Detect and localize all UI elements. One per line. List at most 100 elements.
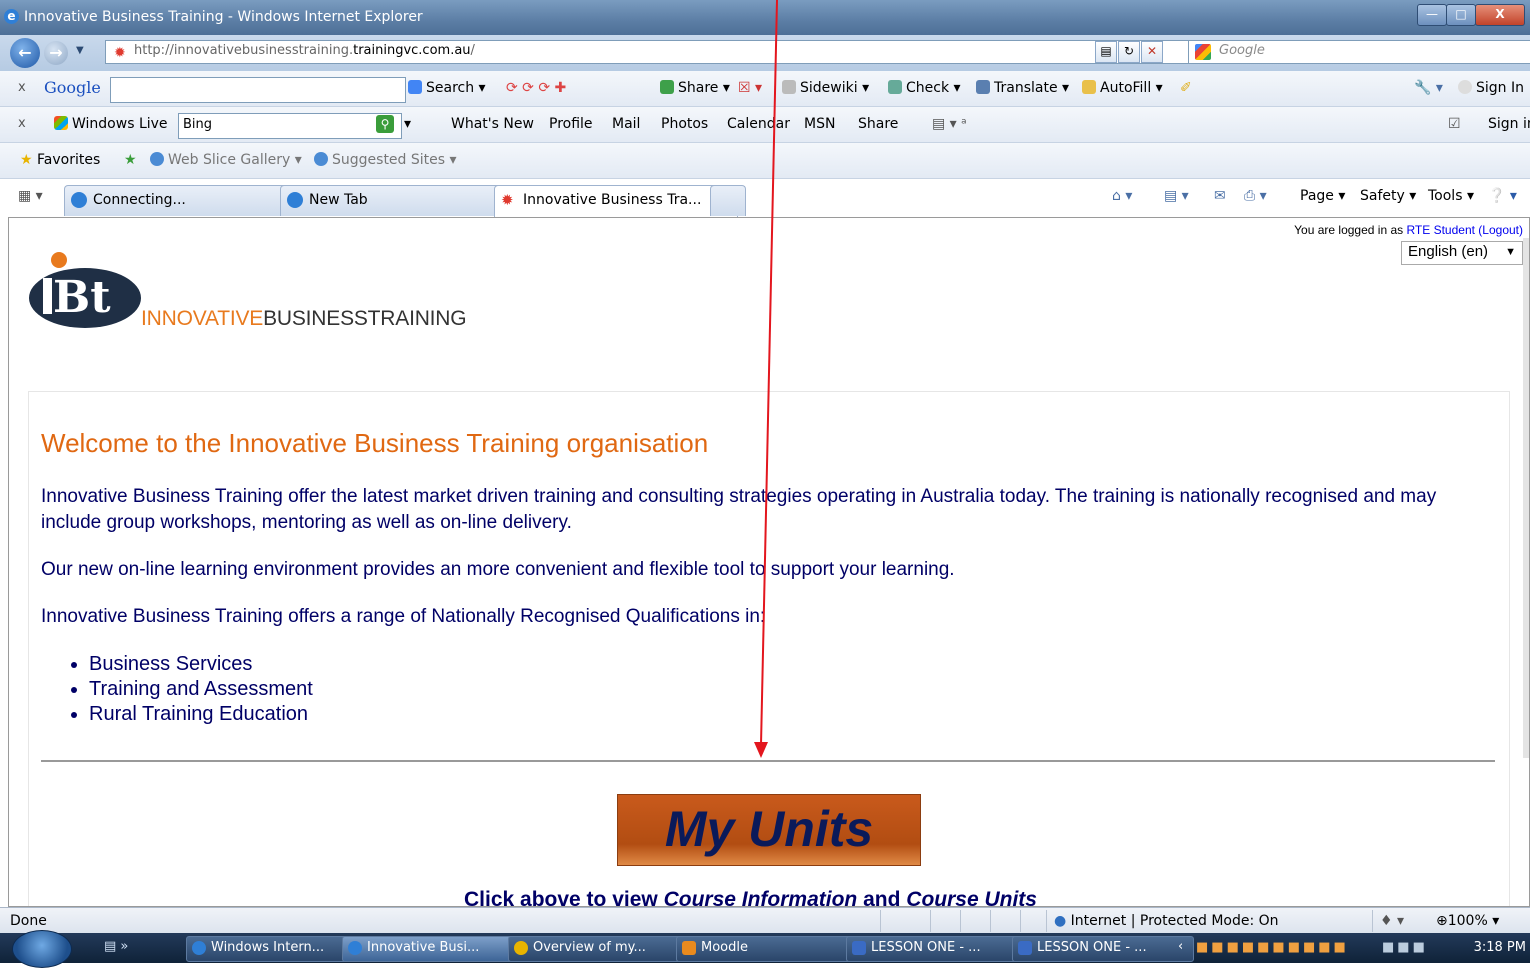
live-checkbox-icon[interactable]: ☑ xyxy=(1448,116,1461,132)
new-tab-button[interactable] xyxy=(710,185,746,216)
bing-search-icon[interactable]: ⚲ xyxy=(376,115,394,133)
sidewiki-button[interactable]: Sidewiki ▾ xyxy=(782,80,869,96)
list-item: Training and Assessment xyxy=(89,677,313,702)
google-toolbar-close-icon[interactable]: x xyxy=(18,80,26,95)
address-input[interactable]: ✹ http://innovativebusinesstraining.trai… xyxy=(105,40,1210,64)
google-search-button[interactable]: Search ▾ xyxy=(408,80,486,96)
list-item: Rural Training Education xyxy=(89,702,313,727)
share-button[interactable]: Share ▾ xyxy=(660,80,730,96)
mail-icon[interactable]: ✉ xyxy=(1214,188,1226,204)
autofill-icon xyxy=(1082,80,1096,94)
tray-expand-icon[interactable]: ‹ xyxy=(1178,939,1183,954)
popup-blocker-icon[interactable]: ☒ ▾ xyxy=(738,80,762,96)
word-icon xyxy=(1018,941,1032,955)
tab-label: Connecting... xyxy=(93,192,186,208)
google-icon xyxy=(408,80,422,94)
favorites-button[interactable]: ★ Favorites xyxy=(20,152,100,168)
print-icon[interactable]: ⎙ ▾ xyxy=(1244,188,1267,204)
google-search-field[interactable] xyxy=(110,77,406,103)
live-link-share[interactable]: Share xyxy=(858,116,898,132)
taskbar-item-lesson-one-1[interactable]: LESSON ONE - ... xyxy=(846,936,1030,962)
maximize-button[interactable]: □ xyxy=(1446,4,1476,26)
check-button[interactable]: Check ▾ xyxy=(888,80,961,96)
add-favorite-icon[interactable]: ★ xyxy=(124,152,137,168)
taskbar-item-innovative[interactable]: Innovative Busi... xyxy=(342,936,526,962)
tray-network-volume-icons[interactable]: ■■■ xyxy=(1382,940,1428,955)
bing-dropdown-icon[interactable]: ▾ xyxy=(404,116,411,132)
translate-button[interactable]: Translate ▾ xyxy=(976,80,1069,96)
url-prefix: http://innovativebusinesstraining. xyxy=(134,43,354,58)
minimize-button[interactable]: — xyxy=(1417,4,1447,26)
page-menu[interactable]: Page ▾ xyxy=(1300,188,1345,204)
logout-link[interactable]: (Logout) xyxy=(1478,223,1523,237)
search-input[interactable]: Google ⚲ xyxy=(1188,40,1530,64)
start-button[interactable] xyxy=(12,930,72,968)
logo-wordmark: INNOVATIVEBUSINESSTRAINING xyxy=(141,307,467,330)
tab-label: Innovative Business Tra... xyxy=(523,192,702,208)
bing-search-field[interactable]: Bing xyxy=(178,113,402,139)
my-units-button[interactable]: My Units xyxy=(617,794,921,866)
tools-menu[interactable]: Tools ▾ xyxy=(1428,188,1474,204)
svg-text:Bt: Bt xyxy=(53,272,111,323)
live-link-profile[interactable]: Profile xyxy=(549,116,593,132)
recent-pages-dropdown-icon[interactable]: ▼ xyxy=(76,45,84,56)
wrench-icon[interactable]: 🔧 ▾ xyxy=(1414,80,1443,96)
toolbar-bookmark-icons[interactable]: ⟳ ⟳ ⟳ ✚ xyxy=(506,80,566,96)
window-title: Innovative Business Training - Windows I… xyxy=(24,9,423,25)
forward-button[interactable]: → xyxy=(44,41,68,65)
compatibility-view-icon[interactable]: ▤ xyxy=(1095,41,1117,63)
inprivate-icon[interactable]: ♦ ▾ xyxy=(1380,913,1404,929)
live-link-whats-new[interactable]: What's New xyxy=(451,116,534,132)
ie-icon xyxy=(150,152,164,166)
live-options-icon[interactable]: ▤ ▾ ᵃ xyxy=(932,116,967,132)
security-zone[interactable]: ● Internet | Protected Mode: On xyxy=(1054,913,1279,929)
google-logo: Google xyxy=(44,78,101,97)
qualifications-intro: Innovative Business Training offers a ra… xyxy=(41,606,766,627)
live-toolbar-close-icon[interactable]: x xyxy=(18,116,26,131)
web-slice-gallery-link[interactable]: Web Slice Gallery ▾ xyxy=(150,152,302,168)
highlight-icon[interactable]: ✐ xyxy=(1180,80,1192,96)
autofill-button[interactable]: AutoFill ▾ xyxy=(1082,80,1163,96)
windows-live-toolbar: x Windows Live Bing ⚲ ▾ What's New Profi… xyxy=(0,107,1530,143)
feeds-icon[interactable]: ▤ ▾ xyxy=(1164,188,1189,204)
close-window-button[interactable]: X xyxy=(1475,4,1525,26)
word-icon xyxy=(852,941,866,955)
safety-menu[interactable]: Safety ▾ xyxy=(1360,188,1416,204)
clock[interactable]: 3:18 PM xyxy=(1474,940,1526,955)
tray-icons[interactable]: ■■■■■■■■■■ xyxy=(1196,940,1349,955)
live-sign-in[interactable]: Sign in xyxy=(1488,116,1530,132)
taskbar-item-lesson-one-2[interactable]: LESSON ONE - ... xyxy=(1012,936,1194,962)
translate-icon xyxy=(976,80,990,94)
live-link-photos[interactable]: Photos xyxy=(661,116,708,132)
share-icon xyxy=(660,80,674,94)
qualifications-list: Business Services Training and Assessmen… xyxy=(41,652,313,727)
taskbar: ▤ » Windows Intern... Innovative Busi...… xyxy=(0,930,1530,968)
quick-tabs-icon[interactable]: ▦ ▾ xyxy=(18,188,43,204)
refresh-icon[interactable]: ↻ xyxy=(1118,41,1140,63)
taskbar-item-moodle[interactable]: Moodle xyxy=(676,936,860,962)
home-icon[interactable]: ⌂ ▾ xyxy=(1112,188,1132,204)
taskbar-item-ie[interactable]: Windows Intern... xyxy=(186,936,362,962)
taskbar-item-overview[interactable]: Overview of my... xyxy=(508,936,694,962)
scrollbar[interactable] xyxy=(1523,238,1529,758)
quick-launch-icons[interactable]: ▤ » xyxy=(104,939,128,954)
language-select[interactable]: English (en) ▼ xyxy=(1401,241,1523,265)
windows-live-brand[interactable]: Windows Live xyxy=(54,116,168,132)
google-sign-in[interactable]: Sign In xyxy=(1458,80,1524,96)
ie-icon: e xyxy=(4,9,19,24)
tab-new-tab[interactable]: New Tab xyxy=(280,185,522,216)
user-link[interactable]: RTE Student xyxy=(1406,223,1474,237)
live-link-calendar[interactable]: Calendar xyxy=(727,116,790,132)
live-link-mail[interactable]: Mail xyxy=(612,116,640,132)
live-link-msn[interactable]: MSN xyxy=(804,116,835,132)
back-button[interactable]: ← xyxy=(10,38,40,68)
chevron-down-icon: ▼ xyxy=(1505,246,1516,258)
tab-connecting[interactable]: Connecting... xyxy=(64,185,306,216)
site-favicon: ✹ xyxy=(501,191,514,209)
zoom-level[interactable]: ⊕100% ▾ xyxy=(1436,913,1499,929)
suggested-sites-link[interactable]: Suggested Sites ▾ xyxy=(314,152,457,168)
stop-icon[interactable]: ✕ xyxy=(1141,41,1163,63)
divider xyxy=(41,760,1495,762)
tab-innovative-business-training[interactable]: ✹ Innovative Business Tra... ✕ xyxy=(494,185,738,218)
help-icon[interactable]: ❔ ▾ xyxy=(1488,188,1517,204)
